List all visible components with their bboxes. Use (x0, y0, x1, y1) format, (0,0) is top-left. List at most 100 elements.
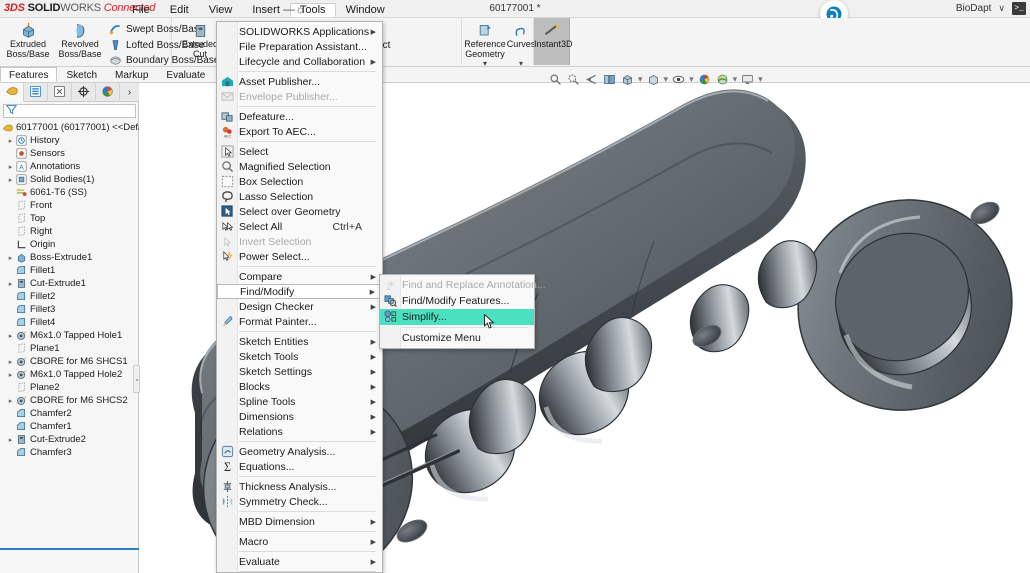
tree-item-fillet2[interactable]: Fillet2 (0, 290, 139, 303)
menu-item-sketch-settings[interactable]: Sketch Settings ▶ (217, 364, 382, 379)
chevron-right-icon[interactable]: ▸ (6, 176, 15, 184)
tree-filter-input[interactable] (3, 104, 136, 118)
tree-item-chamfer2[interactable]: Chamfer2 (0, 407, 139, 420)
property-manager-tab[interactable] (24, 83, 48, 102)
tree-item-material[interactable]: 6061-T6 (SS) (0, 186, 139, 199)
menu-item-design-checker[interactable]: Design Checker ▶ (217, 299, 382, 314)
hide-show-items-icon[interactable] (671, 72, 686, 87)
chevron-right-icon[interactable]: ▸ (6, 358, 15, 366)
tree-item-tapped-hole1[interactable]: ▸ M6x1.0 Tapped Hole1 (0, 329, 139, 342)
instant3d-button[interactable]: Instant3D (534, 20, 573, 49)
tab-markup[interactable]: Markup (106, 67, 157, 82)
chevron-right-icon[interactable]: ▸ (6, 332, 15, 340)
view-toolbar-caret[interactable]: ▾ (733, 74, 738, 85)
chevron-right-icon[interactable]: ▸ (6, 280, 15, 288)
menu-item-dimensions[interactable]: Dimensions ▶ (217, 409, 382, 424)
panel-tabs-more-button[interactable]: › (120, 83, 139, 101)
menu-item-mbd-dimension[interactable]: MBD Dimension ▶ (217, 514, 382, 529)
rollback-bar[interactable] (0, 548, 139, 550)
reference-geometry-button[interactable]: Reference Geometry ▾ (462, 20, 508, 68)
display-style-icon[interactable] (646, 72, 661, 87)
tree-item-fillet3[interactable]: Fillet3 (0, 303, 139, 316)
display-manager-tab[interactable] (96, 83, 120, 102)
view-orientation-icon[interactable] (620, 72, 635, 87)
menu-item-lifecycle-and-collaboration[interactable]: Lifecycle and Collaboration ▶ (217, 54, 382, 69)
menu-item-select-over-geometry[interactable]: Select over Geometry (217, 204, 382, 219)
tree-item-fillet1[interactable]: Fillet1 (0, 264, 139, 277)
configuration-manager-tab[interactable] (48, 83, 72, 102)
chevron-right-icon[interactable]: ▸ (6, 436, 15, 444)
menu-item-thickness-analysis[interactable]: Thickness Analysis... (217, 479, 382, 494)
menu-item-geometry-analysis[interactable]: Geometry Analysis... (217, 444, 382, 459)
menu-item-compare[interactable]: Compare ▶ (217, 269, 382, 284)
submenu-item-customize-menu[interactable]: Customize Menu (380, 330, 534, 346)
menu-item-file-preparation-assistant[interactable]: File Preparation Assistant... (217, 39, 382, 54)
tree-item-cbore2[interactable]: ▸ CBORE for M6 SHCS2 (0, 394, 139, 407)
menu-item-relations[interactable]: Relations ▶ (217, 424, 382, 439)
tree-item-root[interactable]: 60177001 (60177001) <<Default>_Phot (0, 121, 139, 134)
view-settings-icon[interactable] (740, 72, 755, 87)
menu-item-spline-tools[interactable]: Spline Tools ▶ (217, 394, 382, 409)
menu-item-box-selection[interactable]: Box Selection (217, 174, 382, 189)
menu-item-symmetry-check[interactable]: Symmetry Check... (217, 494, 382, 509)
tree-item-boss-extrude1[interactable]: ▸ Boss-Extrude1 (0, 251, 139, 264)
tree-item-tapped-hole2[interactable]: ▸ M6x1.0 Tapped Hole2 (0, 368, 139, 381)
user-name[interactable]: BioDapt (956, 3, 992, 14)
chevron-right-icon[interactable]: ▸ (6, 163, 15, 171)
dimxpert-manager-tab[interactable] (72, 83, 96, 102)
menu-item-sketch-entities[interactable]: Sketch Entities ▶ (217, 334, 382, 349)
menu-item-evaluate[interactable]: Evaluate ▶ (217, 554, 382, 569)
tree-item-chamfer1[interactable]: Chamfer1 (0, 420, 139, 433)
tree-item-solid-bodies[interactable]: ▸ Solid Bodies(1) (0, 173, 139, 186)
tree-item-history[interactable]: ▸ History (0, 134, 139, 147)
menu-item-sketch-tools[interactable]: Sketch Tools ▶ (217, 349, 382, 364)
view-toolbar-caret[interactable]: ▾ (758, 74, 763, 85)
menu-item-select-all[interactable]: Select All Ctrl+A (217, 219, 382, 234)
chevron-right-icon[interactable]: ▸ (6, 371, 15, 379)
menu-item-defeature[interactable]: Defeature... (217, 109, 382, 124)
menu-item-power-select[interactable]: Power Select... (217, 249, 382, 264)
apply-scene-icon[interactable] (715, 72, 730, 87)
tree-item-top-plane[interactable]: Top (0, 212, 139, 225)
submenu-item-find-modify-features[interactable]: Find/Modify Features... (380, 293, 534, 309)
menu-item-select[interactable]: Select (217, 144, 382, 159)
submenu-item-simplify[interactable]: Simplify... (380, 309, 534, 325)
tree-item-front-plane[interactable]: Front (0, 199, 139, 212)
feature-manager-tree-tab[interactable] (0, 83, 24, 102)
chevron-right-icon[interactable]: ▸ (6, 137, 15, 145)
tab-sketch[interactable]: Sketch (57, 67, 106, 82)
zoom-to-fit-icon[interactable] (548, 72, 563, 87)
menu-item-find-modify[interactable]: Find/Modify ▶ (217, 284, 382, 299)
menu-item-lasso-selection[interactable]: Lasso Selection (217, 189, 382, 204)
section-view-icon[interactable] (602, 72, 617, 87)
view-toolbar-caret[interactable]: ▾ (638, 74, 643, 85)
menu-item-magnified-selection[interactable]: Magnified Selection (217, 159, 382, 174)
tree-item-cut-extrude2[interactable]: ▸ Cut-Extrude2 (0, 433, 139, 446)
chevron-right-icon[interactable]: ▸ (6, 397, 15, 405)
tree-item-fillet4[interactable]: Fillet4 (0, 316, 139, 329)
extruded-boss-button[interactable]: Extruded Boss/Base (2, 20, 54, 59)
find-modify-submenu[interactable]: ab ac Find and Replace Annotation... Find… (379, 274, 546, 349)
zoom-to-area-icon[interactable] (566, 72, 581, 87)
command-prompt-icon[interactable]: >_ (1012, 2, 1026, 15)
tree-item-origin[interactable]: Origin (0, 238, 139, 251)
menu-item-solidworks-applications[interactable]: SOLIDWORKS Applications ▶ (217, 24, 382, 39)
tree-item-sensors[interactable]: Sensors (0, 147, 139, 160)
menu-item-equations[interactable]: Σ Equations... (217, 459, 382, 474)
tree-item-right-plane[interactable]: Right (0, 225, 139, 238)
chevron-down-icon[interactable]: ∨ (998, 3, 1005, 14)
panel-splitter-handle[interactable] (133, 365, 140, 393)
view-toolbar-caret[interactable]: ▾ (664, 74, 669, 85)
tab-features[interactable]: Features (0, 67, 58, 82)
menu-item-macro[interactable]: Macro ▶ (217, 534, 382, 549)
tree-item-annotations[interactable]: ▸ A Annotations (0, 160, 139, 173)
previous-view-icon[interactable] (584, 72, 599, 87)
tree-item-chamfer3[interactable]: Chamfer3 (0, 446, 139, 459)
tree-item-plane1[interactable]: Plane1 (0, 342, 139, 355)
chevron-right-icon[interactable]: ▸ (6, 254, 15, 262)
revolved-boss-button[interactable]: Revolved Boss/Base (54, 20, 106, 59)
tree-item-plane2[interactable]: Plane2 (0, 381, 139, 394)
curves-button[interactable]: Curves ▾ (506, 20, 536, 68)
menu-item-blocks[interactable]: Blocks ▶ (217, 379, 382, 394)
tools-menu-dropdown[interactable]: SOLIDWORKS Applications ▶ File Preparati… (216, 21, 383, 573)
